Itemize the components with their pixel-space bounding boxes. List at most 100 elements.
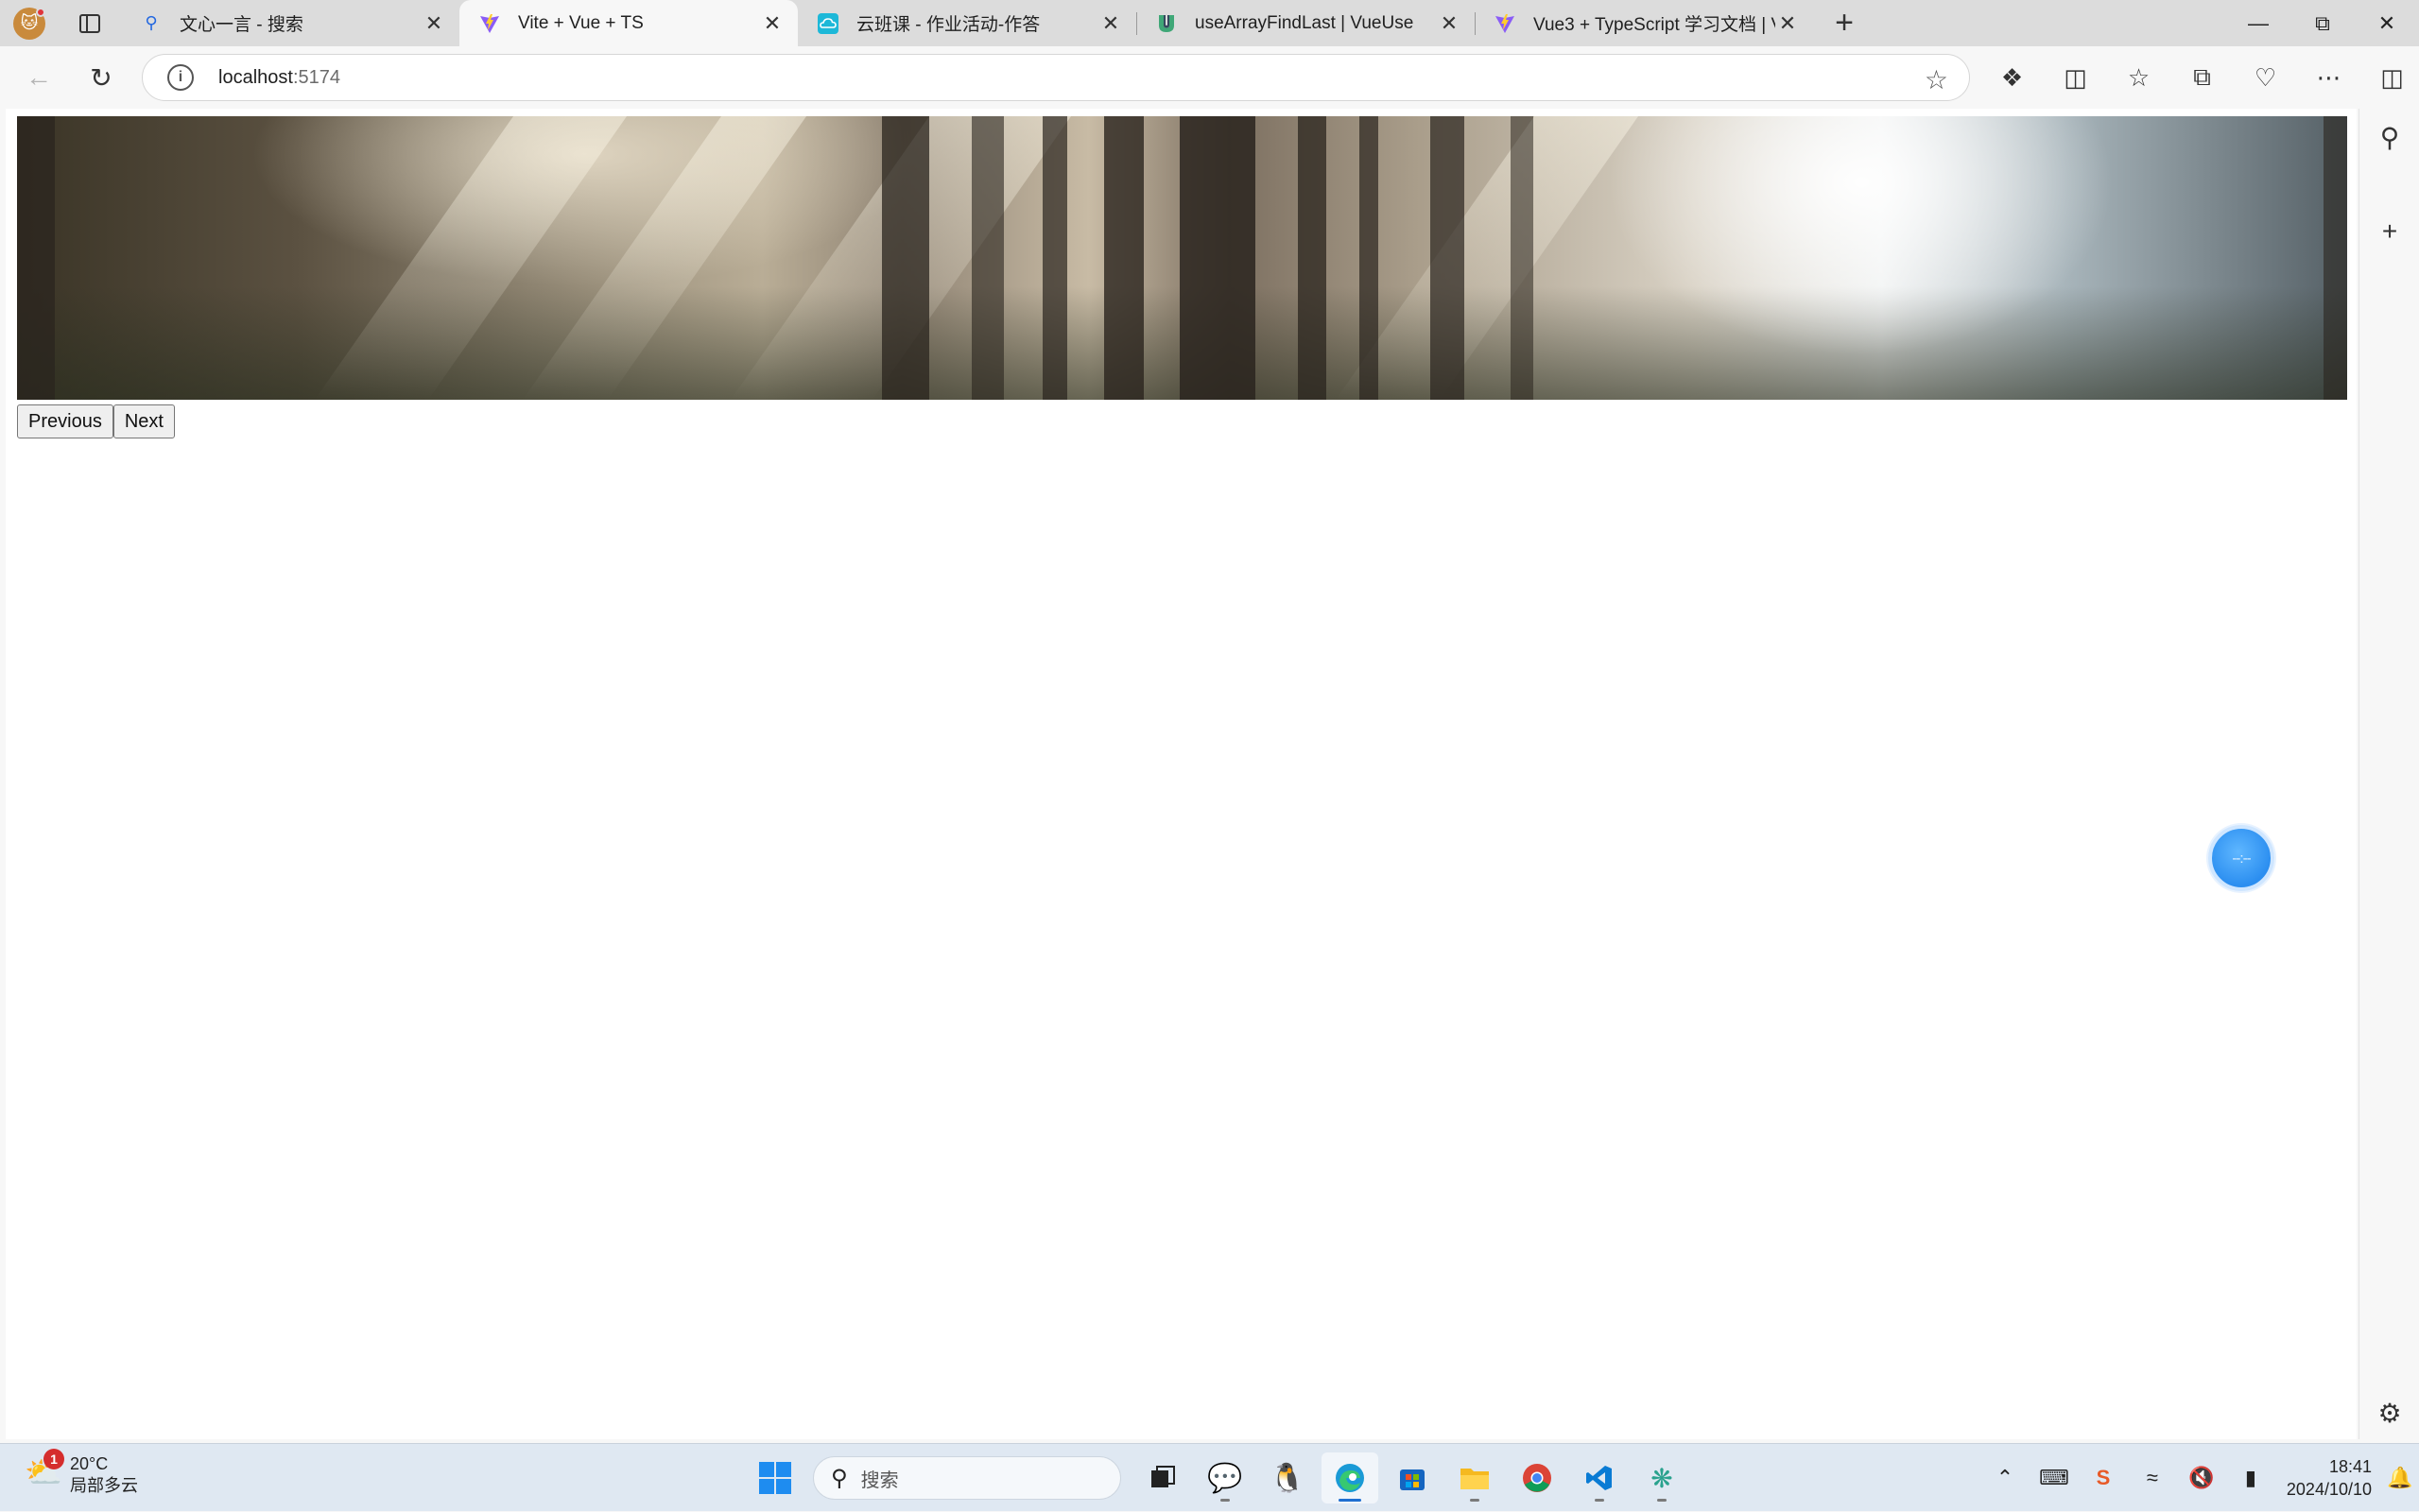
weather-cloud-icon: ⛅ 1 [25, 1449, 66, 1496]
profile-avatar[interactable]: 🐱 [0, 0, 59, 46]
notification-bell-icon[interactable]: 🔔 [2381, 1466, 2419, 1490]
search-icon: ⚲ [831, 1465, 848, 1491]
tab-title: 云班课 - 作业活动-作答 [856, 15, 1041, 35]
window-controls: — ⧉ ✕ [2226, 0, 2419, 46]
clock-date: 2024/10/10 [2286, 1480, 2372, 1499]
clock-time: 18:41 [2328, 1457, 2372, 1476]
cloud-icon [817, 12, 839, 35]
taskbar-apps: ⚲ 搜索 💬 🐧 ❋ [747, 1452, 1696, 1503]
forest-scene [17, 116, 2347, 400]
weather-badge: 1 [43, 1449, 64, 1469]
extensions-icon[interactable]: ❖ [1980, 54, 2044, 101]
tab-title: Vue3 + TypeScript 学习文档 | Vue [1533, 15, 1775, 35]
tab-actions-button[interactable] [59, 0, 121, 46]
tab-vite[interactable]: Vite + Vue + TS ✕ [459, 0, 798, 46]
vite-icon [478, 12, 501, 35]
close-icon[interactable]: ✕ [422, 11, 446, 36]
wechat-icon: 💬 [1207, 1462, 1243, 1494]
page-viewport: Previous Next --:-- [6, 109, 2357, 1439]
tab-vue3-docs[interactable]: Vue3 + TypeScript 学习文档 | Vue ✕ [1475, 0, 1813, 46]
collections-icon[interactable]: ⧉ [2170, 54, 2234, 101]
store-app[interactable] [1384, 1452, 1441, 1503]
fab-label: --:-- [2232, 850, 2251, 867]
app-swirl[interactable]: ❋ [1633, 1452, 1690, 1503]
weather-temp: 20°C [70, 1454, 109, 1473]
task-view-icon [1151, 1466, 1175, 1487]
clock[interactable]: 18:41 2024/10/10 [2287, 1455, 2372, 1501]
qq-penguin-icon: 🐧 [1270, 1462, 1305, 1494]
tab-vueuse[interactable]: useArrayFindLast | VueUse ✕ [1136, 0, 1475, 46]
add-icon[interactable]: + [2359, 208, 2419, 255]
tab-yunbanke[interactable]: 云班课 - 作业活动-作答 ✕ [798, 0, 1136, 46]
chrome-app[interactable] [1509, 1452, 1565, 1503]
weather-desc: 局部多云 [70, 1476, 138, 1495]
folder-icon [1460, 1469, 1489, 1489]
tab-strip: 🐱 ⚲ 文心一言 - 搜索 ✕ Vite + Vue + TS ✕ 云班课 - … [0, 0, 2419, 46]
notification-dot [36, 8, 45, 17]
search-icon[interactable]: ⚲ [2359, 113, 2419, 161]
toolbar-actions: ❖ ◫ ☆ ⧉ ♡ ⋯ ◫ [1980, 54, 2419, 101]
floating-assistant-button[interactable]: --:-- [2208, 825, 2274, 891]
windows-logo-icon [759, 1462, 791, 1494]
browser-toolbar: ← ↻ i localhost:5174 ☆ ❖ ◫ ☆ ⧉ ♡ ⋯ ◫ [0, 46, 2419, 109]
url-port: :5174 [292, 66, 340, 88]
close-icon[interactable]: ✕ [1775, 11, 1800, 36]
input-method-icon[interactable]: ⌨ [2030, 1466, 2079, 1490]
address-bar[interactable]: i localhost:5174 ☆ [142, 54, 1970, 101]
volume-muted-icon[interactable]: 🔇 [2177, 1466, 2226, 1490]
qq-app[interactable]: 🐧 [1259, 1452, 1316, 1503]
wifi-icon[interactable]: ≈ [2128, 1466, 2177, 1490]
edge-sidebar: ⚲ + ⚙ [2359, 109, 2419, 1439]
file-explorer-app[interactable] [1446, 1452, 1503, 1503]
close-icon[interactable]: ✕ [760, 11, 785, 36]
restore-button[interactable]: ⧉ [2290, 0, 2355, 46]
url-host: localhost [218, 66, 293, 88]
edge-icon [1336, 1464, 1364, 1492]
minimize-button[interactable]: — [2226, 0, 2290, 46]
swirl-app-icon: ❋ [1650, 1463, 1673, 1493]
chrome-icon [1523, 1464, 1551, 1492]
system-tray: ⌃ ⌨ S ≈ 🔇 ▮ 18:41 2024/10/10 🔔 [1980, 1444, 2419, 1512]
carousel-image [17, 116, 2347, 400]
edge-app[interactable] [1322, 1452, 1378, 1503]
more-menu-icon[interactable]: ⋯ [2297, 54, 2360, 101]
weather-widget[interactable]: ⛅ 1 20°C 局部多云 [25, 1449, 138, 1497]
close-window-button[interactable]: ✕ [2355, 0, 2419, 46]
previous-button[interactable]: Previous [17, 404, 113, 438]
task-view-button[interactable] [1134, 1452, 1191, 1503]
site-info-icon[interactable]: i [167, 64, 194, 91]
tab-title: useArrayFindLast | VueUse [1195, 12, 1414, 33]
vscode-app[interactable] [1571, 1452, 1628, 1503]
refresh-button[interactable]: ↻ [70, 54, 132, 101]
search-icon: ⚲ [145, 13, 158, 32]
url-text[interactable]: localhost:5174 [218, 67, 340, 89]
browser-essentials-icon[interactable]: ♡ [2234, 54, 2297, 101]
tab-actions-icon [79, 13, 100, 33]
battery-icon[interactable]: ▮ [2226, 1466, 2275, 1490]
split-screen-icon[interactable]: ◫ [2044, 54, 2107, 101]
back-button[interactable]: ← [8, 54, 70, 101]
close-icon[interactable]: ✕ [1098, 11, 1123, 36]
taskbar-search[interactable]: ⚲ 搜索 [813, 1456, 1121, 1500]
favorite-star-icon[interactable]: ☆ [1925, 64, 1948, 95]
new-tab-button[interactable]: + [1813, 0, 1875, 46]
carousel-controls: Previous Next [17, 404, 175, 438]
vueuse-icon [1155, 12, 1178, 35]
windows-taskbar: ⛅ 1 20°C 局部多云 ⚲ 搜索 💬 🐧 ❋ ⌃ ⌨ S ≈ 🔇 ▮ 18:41… [0, 1443, 2419, 1511]
tab-title: Vite + Vue + TS [518, 12, 644, 33]
close-icon[interactable]: ✕ [1437, 11, 1461, 36]
sidebar-toggle-icon[interactable]: ◫ [2360, 54, 2419, 101]
wechat-app[interactable]: 💬 [1197, 1452, 1253, 1503]
vscode-icon [1586, 1466, 1612, 1490]
vite-icon [1494, 12, 1516, 35]
store-icon [1400, 1469, 1425, 1490]
tab-title: 文心一言 - 搜索 [180, 15, 303, 35]
start-button[interactable] [747, 1452, 803, 1503]
settings-gear-icon[interactable]: ⚙ [2359, 1389, 2419, 1436]
sogou-input-icon[interactable]: S [2079, 1466, 2128, 1490]
favorites-icon[interactable]: ☆ [2107, 54, 2170, 101]
show-hidden-icons-chevron-up-icon[interactable]: ⌃ [1980, 1466, 2030, 1490]
tab-wenxin[interactable]: ⚲ 文心一言 - 搜索 ✕ [121, 0, 459, 46]
next-button[interactable]: Next [112, 404, 175, 438]
search-placeholder: 搜索 [860, 1469, 899, 1491]
